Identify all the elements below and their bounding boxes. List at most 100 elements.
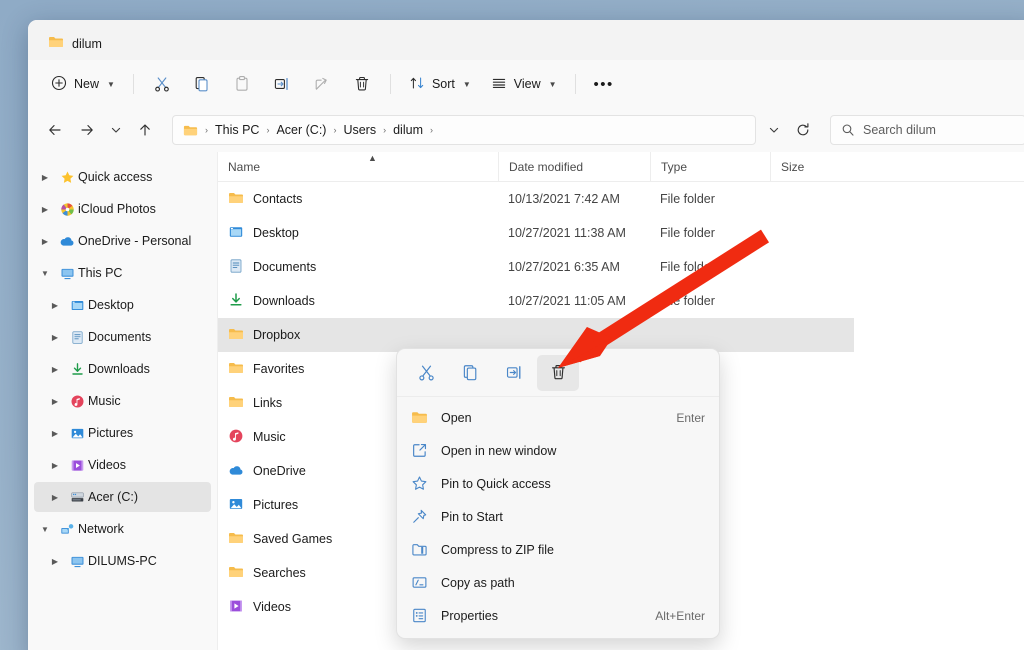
chevron-right-icon[interactable]: ▶ xyxy=(44,301,66,310)
sidebar-item-music[interactable]: ▶ Music xyxy=(34,386,211,416)
sidebar-item-network[interactable]: ▼ Network xyxy=(34,514,211,544)
sidebar-item-icloud-photos[interactable]: ▶ iCloud Photos xyxy=(34,194,211,224)
context-menu-item-pin-to-start[interactable]: Pin to Start xyxy=(397,500,719,533)
context-copy-button[interactable] xyxy=(449,355,491,391)
chevron-right-icon[interactable]: ▶ xyxy=(44,461,66,470)
context-menu-item-pin-to-quick-access[interactable]: Pin to Quick access xyxy=(397,467,719,500)
context-menu-item-label: Pin to Start xyxy=(441,510,705,524)
context-cut-button[interactable] xyxy=(405,355,447,391)
context-delete-button[interactable] xyxy=(537,355,579,391)
chevron-right-icon[interactable]: ▶ xyxy=(44,397,66,406)
context-menu-item-open-in-new-window[interactable]: Open in new window xyxy=(397,434,719,467)
view-button-label: View xyxy=(514,77,541,91)
star-icon xyxy=(56,170,78,185)
sidebar-item-label: Desktop xyxy=(88,298,134,312)
copy-button[interactable] xyxy=(183,68,221,100)
chevron-right-icon[interactable]: ▶ xyxy=(44,365,66,374)
file-date-cell: 10/27/2021 11:38 AM xyxy=(498,226,650,240)
context-menu-item-open[interactable]: Open Enter xyxy=(397,401,719,434)
context-menu-item-accelerator: Alt+Enter xyxy=(655,609,705,623)
search-input[interactable]: Search dilum xyxy=(830,115,1024,145)
previous-locations-button[interactable] xyxy=(762,115,786,145)
sidebar-item-label: iCloud Photos xyxy=(78,202,156,216)
sidebar-item-videos[interactable]: ▶ Videos xyxy=(34,450,211,480)
table-row[interactable]: Downloads 10/27/2021 11:05 AM File folde… xyxy=(218,284,1024,318)
breadcrumb-item-dilum[interactable]: dilum xyxy=(389,123,427,137)
table-row[interactable]: Contacts 10/13/2021 7:42 AM File folder xyxy=(218,182,1024,216)
sidebar-item-this-pc[interactable]: ▼ This PC xyxy=(34,258,211,288)
chevron-right-icon[interactable]: ▶ xyxy=(34,237,56,246)
chevron-right-icon[interactable]: ▶ xyxy=(44,429,66,438)
new-button[interactable]: New ▼ xyxy=(42,68,124,100)
folder-icon xyxy=(228,190,244,209)
table-row[interactable]: Desktop 10/27/2021 11:38 AM File folder xyxy=(218,216,1024,250)
sidebar-item-label: Network xyxy=(78,522,124,536)
chevron-right-icon[interactable]: ▶ xyxy=(34,173,56,182)
breadcrumb-item-users[interactable]: Users xyxy=(339,123,380,137)
search-placeholder: Search dilum xyxy=(863,123,936,137)
sidebar-item-quick-access[interactable]: ▶ Quick access xyxy=(34,162,211,192)
context-menu-toolbar xyxy=(397,349,719,397)
chevron-right-icon[interactable]: ▶ xyxy=(44,493,66,502)
refresh-button[interactable] xyxy=(788,115,818,145)
view-button[interactable]: View ▼ xyxy=(482,68,566,100)
file-name-cell: Documents xyxy=(218,258,498,277)
sidebar-item-dilums-pc[interactable]: ▶ DILUMS-PC xyxy=(34,546,211,576)
file-name: Dropbox xyxy=(253,328,300,342)
cut-button[interactable] xyxy=(143,68,181,100)
sidebar-item-downloads[interactable]: ▶ Downloads xyxy=(34,354,211,384)
delete-button[interactable] xyxy=(343,68,381,100)
context-menu-item-label: Open in new window xyxy=(441,444,705,458)
monitor-icon xyxy=(56,266,78,281)
sidebar-item-pictures[interactable]: ▶ Pictures xyxy=(34,418,211,448)
context-menu-item-copy-as-path[interactable]: Copy as path xyxy=(397,566,719,599)
folder-icon xyxy=(228,564,244,583)
arrow-left-icon xyxy=(47,122,63,138)
new-button-label: New xyxy=(74,77,99,91)
column-header-label: Date modified xyxy=(509,160,583,174)
context-menu-item-compress-to-zip[interactable]: Compress to ZIP file xyxy=(397,533,719,566)
table-row[interactable]: Documents 10/27/2021 6:35 AM File folder xyxy=(218,250,1024,284)
breadcrumb[interactable]: › This PC › Acer (C:) › Users › dilum › xyxy=(172,115,756,145)
documents-icon xyxy=(228,258,244,277)
back-button[interactable] xyxy=(40,115,70,145)
column-header-type[interactable]: Type xyxy=(650,152,770,182)
sidebar-item-label: Music xyxy=(88,394,121,408)
sidebar-item-onedrive-personal[interactable]: ▶ OneDrive - Personal xyxy=(34,226,211,256)
see-more-button[interactable]: ••• xyxy=(585,68,623,100)
chevron-down-icon: ▼ xyxy=(549,80,557,89)
sidebar-item-documents[interactable]: ▶ Documents xyxy=(34,322,211,352)
address-bar-actions xyxy=(762,115,818,145)
context-rename-button[interactable] xyxy=(493,355,535,391)
pictures-icon xyxy=(228,496,244,515)
sidebar-item-desktop[interactable]: ▶ Desktop xyxy=(34,290,211,320)
chevron-down-icon[interactable]: ▼ xyxy=(34,525,56,534)
chevron-right-icon[interactable]: ▶ xyxy=(44,333,66,342)
sidebar-item-label: Documents xyxy=(88,330,151,344)
sidebar-item-acer-c[interactable]: ▶ Acer (C:) xyxy=(34,482,211,512)
chevron-right-icon[interactable]: ▶ xyxy=(34,205,56,214)
column-header-name[interactable]: Name ▲ xyxy=(218,152,498,182)
breadcrumb-item-this-pc[interactable]: This PC xyxy=(211,123,263,137)
rename-button[interactable] xyxy=(263,68,301,100)
breadcrumb-separator: › xyxy=(382,125,387,135)
up-button[interactable] xyxy=(130,115,160,145)
explorer-tab[interactable]: dilum xyxy=(38,28,116,60)
column-headers: Name ▲ Date modified Type Size xyxy=(218,152,1024,182)
forward-button[interactable] xyxy=(72,115,102,145)
column-header-size[interactable]: Size xyxy=(770,152,855,182)
sort-button[interactable]: Sort ▼ xyxy=(400,68,480,100)
column-header-date-modified[interactable]: Date modified xyxy=(498,152,650,182)
context-menu-item-properties[interactable]: Properties Alt+Enter xyxy=(397,599,719,632)
zip-icon xyxy=(411,541,441,558)
breadcrumb-item-acer-c[interactable]: Acer (C:) xyxy=(272,123,330,137)
folder-icon xyxy=(411,409,441,426)
ellipsis-icon: ••• xyxy=(593,77,613,92)
chevron-right-icon[interactable]: ▶ xyxy=(44,557,66,566)
music-icon xyxy=(228,428,244,447)
file-name: Music xyxy=(253,430,286,444)
chevron-down-icon[interactable]: ▼ xyxy=(34,269,56,278)
recent-locations-button[interactable] xyxy=(104,115,128,145)
table-row[interactable]: Dropbox xyxy=(218,318,854,352)
column-header-label: Name xyxy=(228,160,260,174)
